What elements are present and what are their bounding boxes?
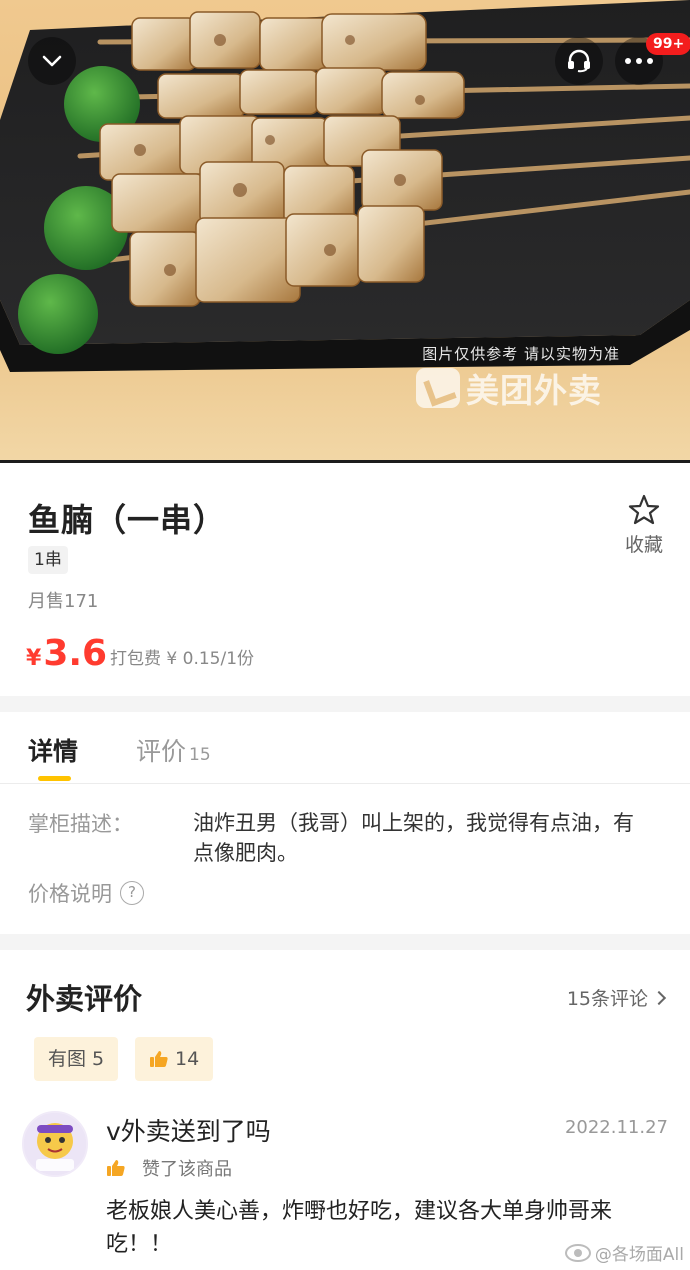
notification-badge: 99+: [646, 33, 690, 55]
tab-reviews[interactable]: 评价 15: [136, 732, 211, 768]
price-note-label: 价格说明: [28, 882, 112, 906]
section-divider: [0, 696, 690, 712]
back-button[interactable]: [28, 37, 76, 85]
star-outline-icon: [628, 494, 660, 525]
tab-detail[interactable]: 详情: [28, 732, 78, 768]
favorite-label: 收藏: [624, 534, 663, 556]
liked-product-note: 赞了该商品: [106, 1155, 232, 1181]
monthly-sales: 月售171: [28, 591, 99, 612]
photo-disclaimer: 图片仅供参考 请以实物为准: [422, 345, 620, 363]
reviewer-name: v外卖送到了吗: [106, 1117, 271, 1146]
review-date: 2022.11.27: [564, 1117, 668, 1138]
owner-description-label: 掌柜描述：: [28, 812, 133, 836]
favorite-button[interactable]: 收藏: [612, 493, 676, 557]
reviews-title: 外卖评价: [26, 982, 143, 1016]
filter-count: 5: [92, 1048, 105, 1070]
filter-likes[interactable]: 14: [135, 1037, 214, 1081]
more-dots-icon: [625, 58, 653, 64]
spec-tag: 1串: [28, 546, 68, 574]
liked-text: 赞了该商品: [142, 1159, 232, 1180]
reviews-section: 外卖评价 15条评论 有图 5 14 v外卖送到了吗 2022.11.27 赞了…: [0, 950, 690, 1270]
watermark-text: 美团外卖: [466, 371, 602, 410]
customer-service-icon: [568, 49, 590, 73]
customer-service-button[interactable]: [555, 37, 603, 85]
price-note[interactable]: 价格说明 ?: [28, 878, 144, 908]
currency-symbol: ¥: [26, 646, 42, 671]
product-info-section: 鱼腩（一串） 收藏 1串 月售171 ¥ 3.6 打包费 ¥ 0.15/1份: [0, 463, 690, 696]
chevron-down-icon: [42, 55, 62, 67]
thumbs-up-icon: [150, 1051, 168, 1067]
chevron-right-icon: [651, 990, 667, 1005]
tabs-divider: [0, 783, 690, 784]
tab-reviews-count: 15: [189, 745, 211, 765]
filter-with-photos[interactable]: 有图 5: [34, 1037, 119, 1081]
product-price: ¥ 3.6: [26, 633, 107, 674]
section-divider: [0, 934, 690, 950]
thumbs-up-icon: [107, 1160, 125, 1176]
all-reviews-label: 15条评论: [566, 988, 648, 1010]
all-reviews-link[interactable]: 15条评论: [566, 984, 667, 1011]
weibo-logo-icon: [564, 1243, 591, 1262]
avatar[interactable]: [22, 1111, 88, 1177]
filter-label: 有图: [48, 1048, 87, 1070]
product-title: 鱼腩（一串）: [28, 501, 227, 539]
weibo-watermark: @各场面All: [564, 1240, 684, 1265]
details-section: 详情 评价 15 掌柜描述： 油炸丑男（我哥）叫上架的，我觉得有点油，有点像肥肉。…: [0, 712, 690, 934]
owner-description-text: 油炸丑男（我哥）叫上架的，我觉得有点油，有点像肥肉。: [193, 811, 634, 865]
avatar-image: [24, 1113, 86, 1175]
meituan-watermark: 美团外卖: [416, 364, 602, 412]
filter-count: 14: [175, 1048, 200, 1070]
meituan-logo-icon: [416, 368, 460, 408]
active-tab-indicator: [38, 776, 71, 781]
packing-fee: 打包费 ¥ 0.15/1份: [110, 649, 255, 669]
tab-reviews-label: 评价: [136, 737, 187, 766]
help-icon[interactable]: ?: [120, 881, 144, 905]
weibo-watermark-text: @各场面All: [594, 1245, 684, 1265]
price-value: 3.6: [43, 633, 108, 674]
product-photo[interactable]: 图片仅供参考 请以实物为准 美团外卖 99+: [0, 0, 690, 462]
